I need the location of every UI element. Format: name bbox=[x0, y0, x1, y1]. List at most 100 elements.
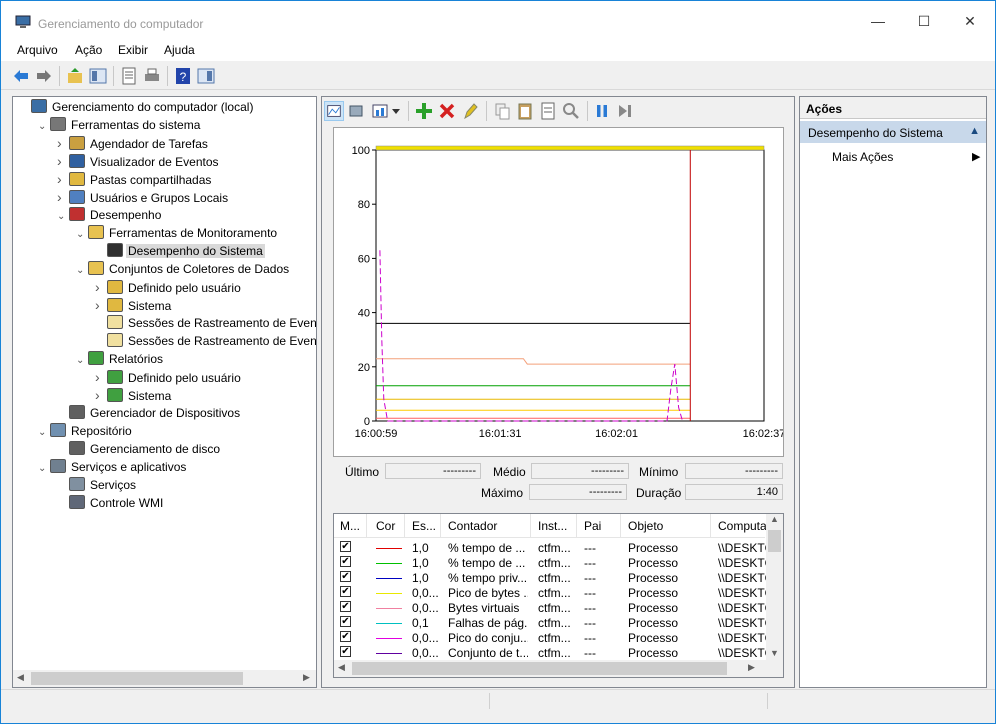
title-bar[interactable]: Gerenciamento do computador — ☐ ✕ bbox=[1, 1, 995, 41]
expanded-chevron-icon[interactable]: ⌄ bbox=[57, 208, 69, 226]
col-object[interactable]: Objeto bbox=[628, 519, 663, 533]
horizontal-scrollbar[interactable]: ◀ ▶ bbox=[334, 660, 783, 677]
close-button[interactable]: ✕ bbox=[947, 1, 993, 41]
show-checkbox[interactable]: ✔ bbox=[340, 571, 351, 582]
expanded-chevron-icon[interactable]: ⌄ bbox=[38, 424, 50, 442]
col-scale[interactable]: Es... bbox=[412, 519, 436, 533]
show-checkbox[interactable]: ✔ bbox=[340, 616, 351, 627]
tree-node[interactable]: Gerenciamento do computador (local) bbox=[19, 98, 255, 116]
expanded-chevron-icon[interactable]: ⌄ bbox=[76, 226, 88, 244]
tree-node[interactable]: › Definido pelo usuário bbox=[95, 368, 243, 386]
col-color[interactable]: Cor bbox=[376, 519, 395, 533]
pause-icon[interactable] bbox=[592, 101, 612, 121]
tree-node[interactable]: Sessões de Rastreamento de Eventos bbox=[95, 314, 316, 332]
collapsed-chevron-icon[interactable]: › bbox=[95, 296, 107, 314]
scroll-down-icon[interactable]: ▼ bbox=[770, 648, 779, 658]
tree-node[interactable]: Gerenciador de Dispositivos bbox=[57, 404, 242, 422]
copy-properties-icon[interactable] bbox=[492, 101, 512, 121]
up-folder-icon[interactable] bbox=[65, 66, 85, 86]
vertical-scrollbar[interactable]: ▲ ▼ bbox=[766, 514, 783, 660]
show-action-pane-icon[interactable] bbox=[196, 66, 216, 86]
more-actions-item[interactable]: Mais Ações bbox=[832, 150, 893, 164]
collapsed-chevron-icon[interactable]: › bbox=[57, 170, 69, 188]
tree-node[interactable]: › Sistema bbox=[95, 296, 173, 314]
scroll-left-icon[interactable]: ◀ bbox=[338, 662, 345, 673]
print-icon[interactable] bbox=[142, 66, 162, 86]
expanded-chevron-icon[interactable]: ⌄ bbox=[38, 460, 50, 478]
menu-arquivo[interactable]: Arquivo bbox=[17, 43, 58, 57]
table-row[interactable]: ✔ 1,0 % tempo priv... ctfm... --- Processo \\D… bbox=[334, 571, 766, 586]
collapse-up-icon[interactable]: ▲ bbox=[969, 125, 980, 137]
show-tree-icon[interactable] bbox=[88, 66, 108, 86]
delete-counter-icon[interactable] bbox=[437, 101, 457, 121]
menu-exibir[interactable]: Exibir bbox=[118, 43, 148, 57]
update-data-icon[interactable] bbox=[615, 101, 635, 121]
tree-node[interactable]: ⌄ Serviços e aplicativos bbox=[38, 458, 188, 476]
col-parent[interactable]: Pai bbox=[584, 519, 601, 533]
table-row[interactable]: ✔ 0,0... Bytes virtuais ctfm... --- Processo \… bbox=[334, 601, 766, 616]
table-row[interactable]: ✔ 0,0... Pico do conju... ctfm... --- Process… bbox=[334, 631, 766, 646]
col-instance[interactable]: Inst... bbox=[538, 519, 567, 533]
collapsed-chevron-icon[interactable]: › bbox=[95, 278, 107, 296]
actions-section-system-performance[interactable]: Desempenho do Sistema ▲ bbox=[800, 121, 986, 143]
show-checkbox[interactable]: ✔ bbox=[340, 586, 351, 597]
tree-node[interactable]: › Visualizador de Eventos bbox=[57, 152, 221, 170]
back-arrow-icon[interactable] bbox=[11, 66, 31, 86]
minimize-button[interactable]: — bbox=[855, 1, 901, 41]
scroll-up-icon[interactable]: ▲ bbox=[770, 514, 779, 524]
paste-counter-list-icon[interactable] bbox=[515, 101, 535, 121]
col-counter[interactable]: Contador bbox=[448, 519, 497, 533]
scroll-right-icon[interactable]: ▶ bbox=[303, 672, 310, 683]
zoom-icon[interactable] bbox=[561, 101, 581, 121]
collapsed-chevron-icon[interactable]: › bbox=[57, 188, 69, 206]
expanded-chevron-icon[interactable]: ⌄ bbox=[76, 262, 88, 280]
chevron-down-icon[interactable] bbox=[390, 101, 402, 121]
collapsed-chevron-icon[interactable]: › bbox=[57, 152, 69, 170]
maximize-button[interactable]: ☐ bbox=[901, 1, 947, 41]
tree-node[interactable]: ⌄ Repositório bbox=[38, 422, 134, 440]
scroll-left-icon[interactable]: ◀ bbox=[17, 672, 24, 683]
tree-node[interactable]: › Agendador de Tarefas bbox=[57, 134, 210, 152]
tree-horizontal-scrollbar[interactable]: ◀ ▶ bbox=[13, 670, 316, 687]
tree-node[interactable]: › Definido pelo usuário bbox=[95, 278, 243, 296]
change-graph-type-icon[interactable] bbox=[370, 101, 390, 121]
show-checkbox[interactable]: ✔ bbox=[340, 631, 351, 642]
tree-node[interactable]: Sessões de Rastreamento de Eventos d bbox=[95, 332, 316, 350]
show-checkbox[interactable]: ✔ bbox=[340, 646, 351, 657]
collapsed-chevron-icon[interactable]: › bbox=[57, 134, 69, 152]
tree-node[interactable]: › Sistema bbox=[95, 386, 173, 404]
tree-node[interactable]: Controle WMI bbox=[57, 494, 165, 512]
highlight-icon[interactable] bbox=[460, 101, 480, 121]
tree-node[interactable]: Gerenciamento de disco bbox=[57, 440, 222, 458]
expanded-chevron-icon[interactable]: ⌄ bbox=[76, 352, 88, 370]
view-data-icon[interactable] bbox=[346, 101, 366, 121]
tree-node[interactable]: ⌄ Relatórios bbox=[76, 350, 165, 368]
table-row[interactable]: ✔ 0,1 Falhas de pág... ctfm... --- Processo \\… bbox=[334, 616, 766, 631]
collapsed-chevron-icon[interactable]: › bbox=[95, 386, 107, 404]
table-row[interactable]: ✔ 0,0... Pico de bytes ... ctfm... --- Proces… bbox=[334, 586, 766, 601]
tree-node[interactable]: ⌄ Ferramentas de Monitoramento bbox=[76, 224, 279, 242]
show-checkbox[interactable]: ✔ bbox=[340, 601, 351, 612]
properties-icon[interactable] bbox=[119, 66, 139, 86]
menu-ajuda[interactable]: Ajuda bbox=[164, 43, 195, 57]
tree-node[interactable]: › Usuários e Grupos Locais bbox=[57, 188, 230, 206]
tree-node[interactable]: ⌄ Conjuntos de Coletores de Dados bbox=[76, 260, 291, 278]
col-computer[interactable]: Computa bbox=[718, 519, 767, 533]
add-counter-icon[interactable] bbox=[414, 101, 434, 121]
properties-icon[interactable] bbox=[538, 101, 558, 121]
table-row[interactable]: ✔ 1,0 % tempo de ... ctfm... --- Processo \\DE… bbox=[334, 556, 766, 571]
tree-node[interactable]: Serviços bbox=[57, 476, 138, 494]
tree-node[interactable]: ⌄ Ferramentas do sistema bbox=[38, 116, 202, 134]
menu-acao[interactable]: Ação bbox=[75, 43, 102, 57]
view-graph-icon[interactable] bbox=[324, 101, 344, 121]
collapsed-chevron-icon[interactable]: › bbox=[95, 368, 107, 386]
help-icon[interactable]: ? bbox=[173, 66, 193, 86]
forward-arrow-icon[interactable] bbox=[34, 66, 54, 86]
col-show[interactable]: M... bbox=[340, 519, 360, 533]
scroll-right-icon[interactable]: ▶ bbox=[748, 662, 755, 673]
tree-node[interactable]: ⌄ Desempenho bbox=[57, 206, 163, 224]
table-row[interactable]: ✔ 1,0 % tempo de ... ctfm... --- Processo \\DE… bbox=[334, 541, 766, 556]
tree-node[interactable]: Desempenho do Sistema bbox=[95, 242, 265, 260]
tree-node[interactable]: › Pastas compartilhadas bbox=[57, 170, 213, 188]
show-checkbox[interactable]: ✔ bbox=[340, 541, 351, 552]
